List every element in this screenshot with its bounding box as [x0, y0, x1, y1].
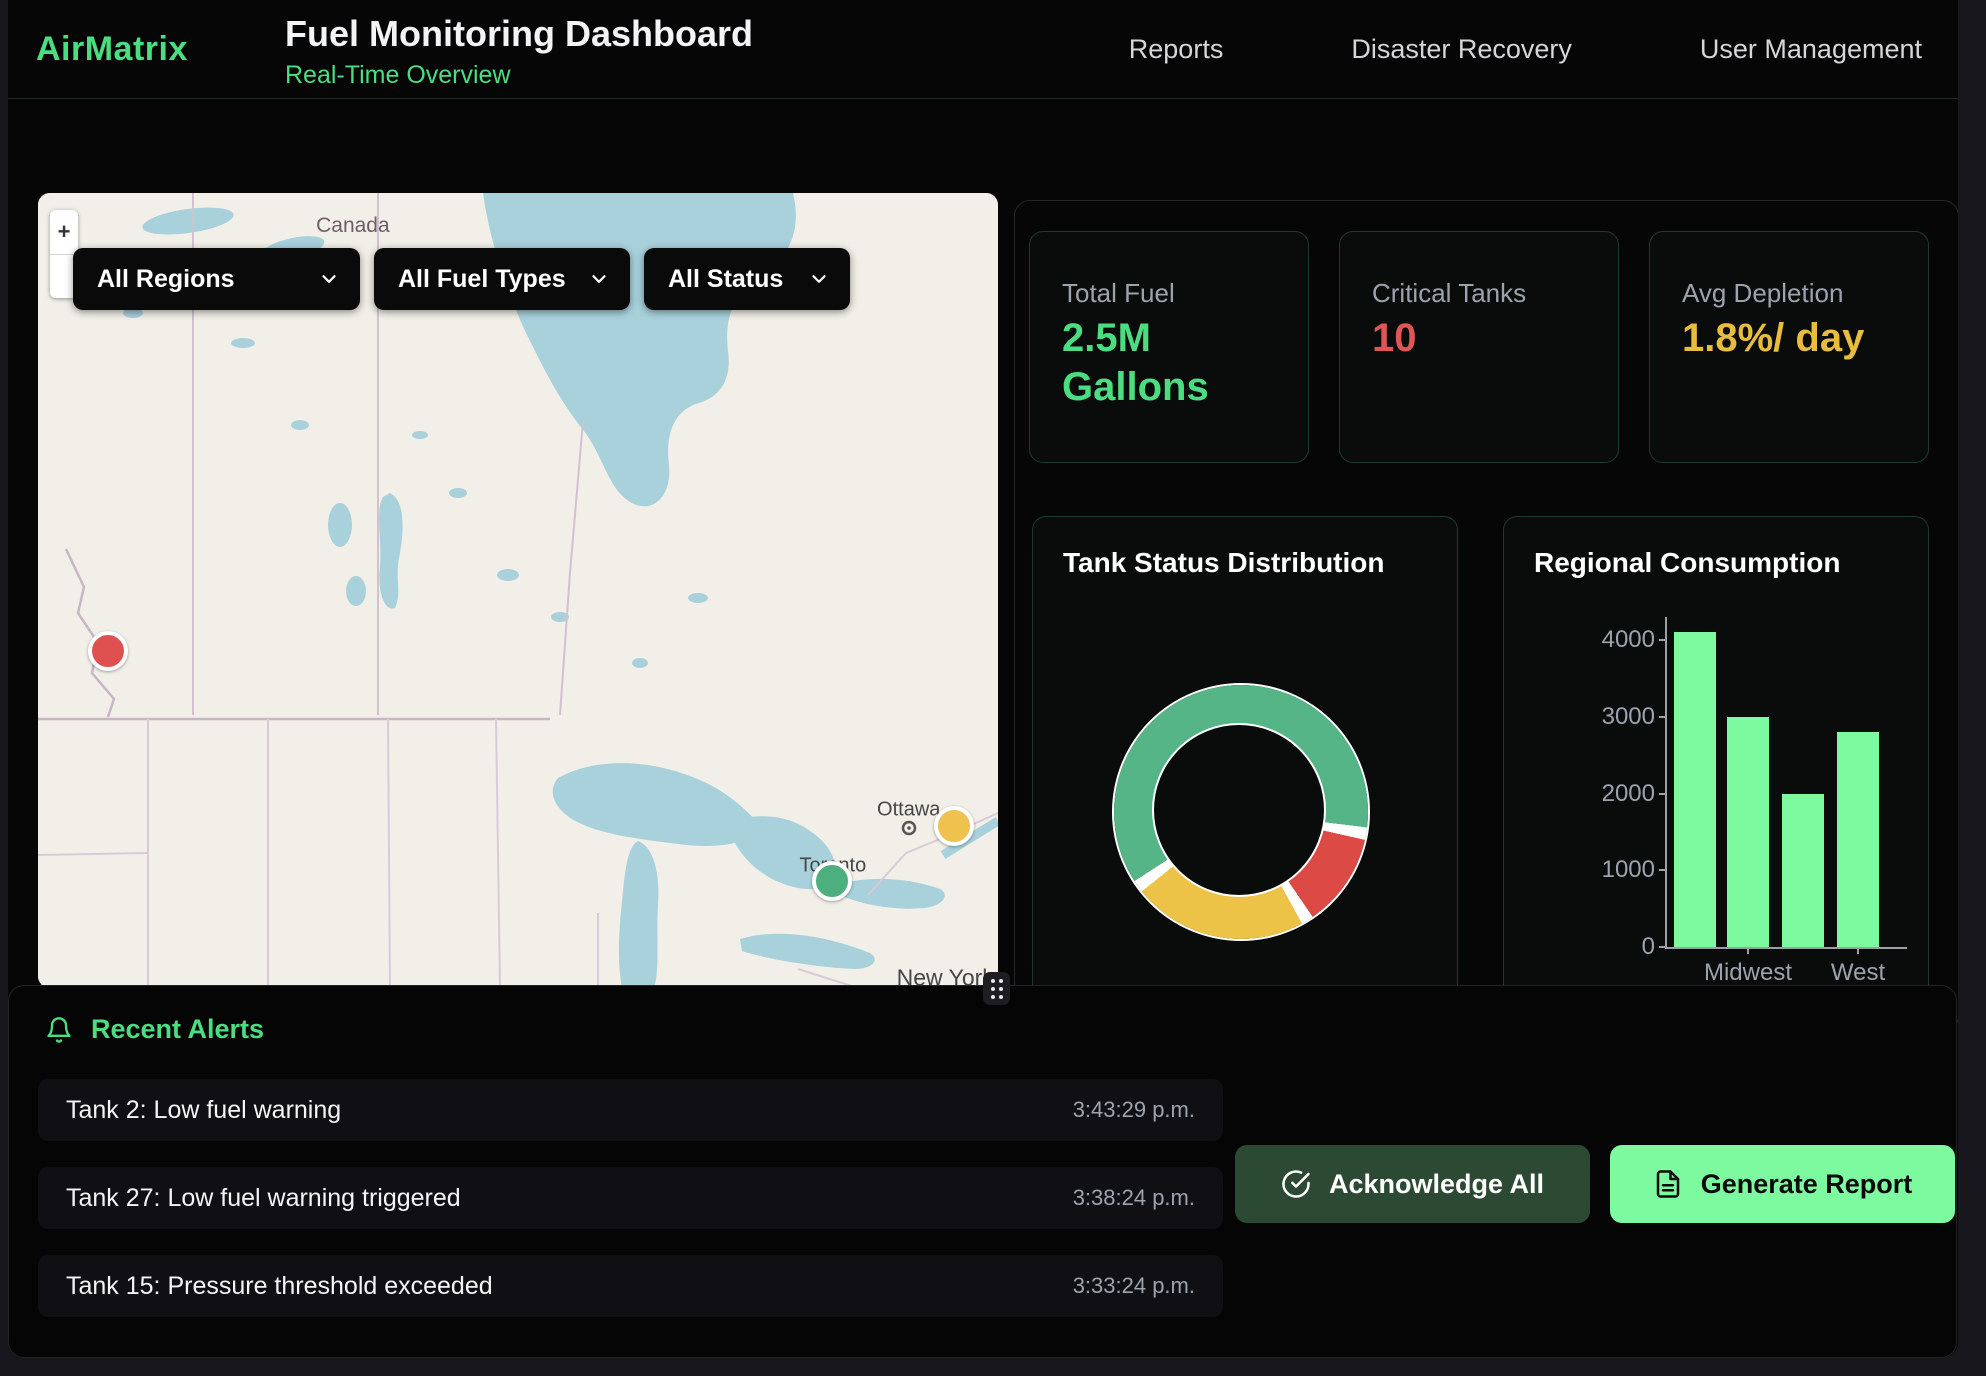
chevron-down-icon	[318, 268, 340, 290]
y-axis-tick-label: 3000	[1602, 703, 1655, 731]
page-title: Fuel Monitoring Dashboard	[285, 13, 753, 55]
top-nav: Reports Disaster Recovery User Management	[1129, 0, 1922, 98]
stat-value: 1.8%/ day	[1682, 314, 1872, 363]
nav-item-user-management[interactable]: User Management	[1700, 34, 1922, 65]
x-axis-tick-mark	[1857, 947, 1859, 954]
acknowledge-all-button[interactable]: Acknowledge All	[1235, 1145, 1590, 1223]
stat-card-avg-depletion: Avg Depletion 1.8%/ day	[1649, 231, 1929, 463]
title-block: Fuel Monitoring Dashboard Real-Time Over…	[285, 13, 753, 90]
stat-label: Total Fuel	[1062, 278, 1175, 309]
fuel-map[interactable]: CanadaOttawaTorontoNew York	[38, 193, 998, 988]
chevron-down-icon	[588, 268, 610, 290]
regional-consumption-bar-chart: 01000200030004000MidwestWest	[1665, 617, 1907, 949]
brand-logo: AirMatrix	[36, 30, 188, 69]
stat-label: Critical Tanks	[1372, 278, 1526, 309]
acknowledge-all-label: Acknowledge All	[1329, 1169, 1544, 1200]
stat-value: 10	[1372, 314, 1562, 363]
filter-dropdown-value: All Status	[668, 265, 783, 294]
alert-row[interactable]: Tank 2: Low fuel warning 3:43:29 p.m.	[38, 1079, 1223, 1141]
alerts-title: Recent Alerts	[91, 1014, 264, 1045]
stat-label: Avg Depletion	[1682, 278, 1843, 309]
nav-item-disaster-recovery[interactable]: Disaster Recovery	[1351, 34, 1572, 65]
y-axis-tick-label: 0	[1642, 933, 1655, 961]
tank-marker-warning[interactable]	[934, 806, 974, 846]
drag-handle-icon[interactable]	[983, 972, 1010, 1005]
alert-row[interactable]: Tank 15: Pressure threshold exceeded 3:33…	[38, 1255, 1223, 1317]
bar-region-3	[1782, 794, 1824, 947]
tank-marker-normal[interactable]	[812, 861, 852, 901]
nav-item-reports[interactable]: Reports	[1129, 34, 1224, 65]
alert-message: Tank 2: Low fuel warning	[66, 1096, 341, 1125]
y-axis-tick-label: 4000	[1602, 626, 1655, 654]
tank-status-donut-chart	[1114, 685, 1368, 939]
map-filters: All Regions All Fuel Types All Status	[73, 248, 850, 310]
stat-card-total-fuel: Total Fuel 2.5M Gallons	[1029, 231, 1309, 463]
stat-card-critical-tanks: Critical Tanks 10	[1339, 231, 1619, 463]
dashboard-root: AirMatrix Fuel Monitoring Dashboard Real…	[0, 0, 1986, 1376]
regional-consumption-title: Regional Consumption	[1534, 547, 1840, 579]
filter-dropdown-all-status[interactable]: All Status	[644, 248, 850, 310]
filter-dropdown-value: All Fuel Types	[398, 265, 566, 294]
filter-dropdown-all-regions[interactable]: All Regions	[73, 248, 360, 310]
bar-West	[1837, 732, 1879, 947]
regional-consumption-card: Regional Consumption 01000200030004000Mi…	[1503, 516, 1929, 1008]
app-window: AirMatrix Fuel Monitoring Dashboard Real…	[8, 0, 1958, 1358]
y-axis-tick-mark	[1659, 639, 1667, 641]
x-axis-tick-label: West	[1831, 959, 1885, 987]
y-axis-tick-mark	[1659, 869, 1667, 871]
alerts-header: Recent Alerts	[45, 1014, 264, 1045]
y-axis-tick-label: 1000	[1602, 856, 1655, 884]
alert-message: Tank 15: Pressure threshold exceeded	[66, 1272, 493, 1301]
tank-marker-critical[interactable]	[88, 631, 128, 671]
document-icon	[1653, 1169, 1683, 1199]
alert-time: 3:43:29 p.m.	[1073, 1097, 1195, 1123]
filter-dropdown-all-fuel-types[interactable]: All Fuel Types	[374, 248, 630, 310]
bar-region-1	[1674, 632, 1716, 947]
y-axis-tick-mark	[1659, 716, 1667, 718]
filter-dropdown-value: All Regions	[97, 265, 235, 294]
header: AirMatrix Fuel Monitoring Dashboard Real…	[8, 0, 1958, 99]
page-subtitle: Real-Time Overview	[285, 61, 753, 90]
tank-status-title: Tank Status Distribution	[1063, 547, 1385, 579]
bar-Midwest	[1727, 717, 1769, 947]
alert-row[interactable]: Tank 27: Low fuel warning triggered 3:38:…	[38, 1167, 1223, 1229]
y-axis-tick-mark	[1659, 793, 1667, 795]
alert-message: Tank 27: Low fuel warning triggered	[66, 1184, 461, 1213]
recent-alerts-panel: Recent Alerts Tank 2: Low fuel warning 3:…	[8, 985, 1957, 1358]
alert-time: 3:33:24 p.m.	[1073, 1273, 1195, 1299]
map-geography	[38, 193, 998, 988]
check-circle-icon	[1281, 1169, 1311, 1199]
y-axis-tick-label: 2000	[1602, 780, 1655, 808]
chevron-down-icon	[808, 268, 830, 290]
generate-report-label: Generate Report	[1701, 1169, 1913, 1200]
right-panel: Total Fuel 2.5M Gallons Critical Tanks 10 Av…	[1014, 200, 1958, 1032]
bell-icon	[45, 1016, 73, 1044]
alert-time: 3:38:24 p.m.	[1073, 1185, 1195, 1211]
y-axis-tick-mark	[1659, 946, 1667, 948]
stat-value: 2.5M Gallons	[1062, 314, 1252, 412]
x-axis-tick-label: Midwest	[1704, 959, 1792, 987]
donut-hole	[1152, 723, 1326, 897]
tank-status-card: Tank Status Distribution	[1032, 516, 1458, 1008]
x-axis-tick-mark	[1747, 947, 1749, 954]
generate-report-button[interactable]: Generate Report	[1610, 1145, 1955, 1223]
